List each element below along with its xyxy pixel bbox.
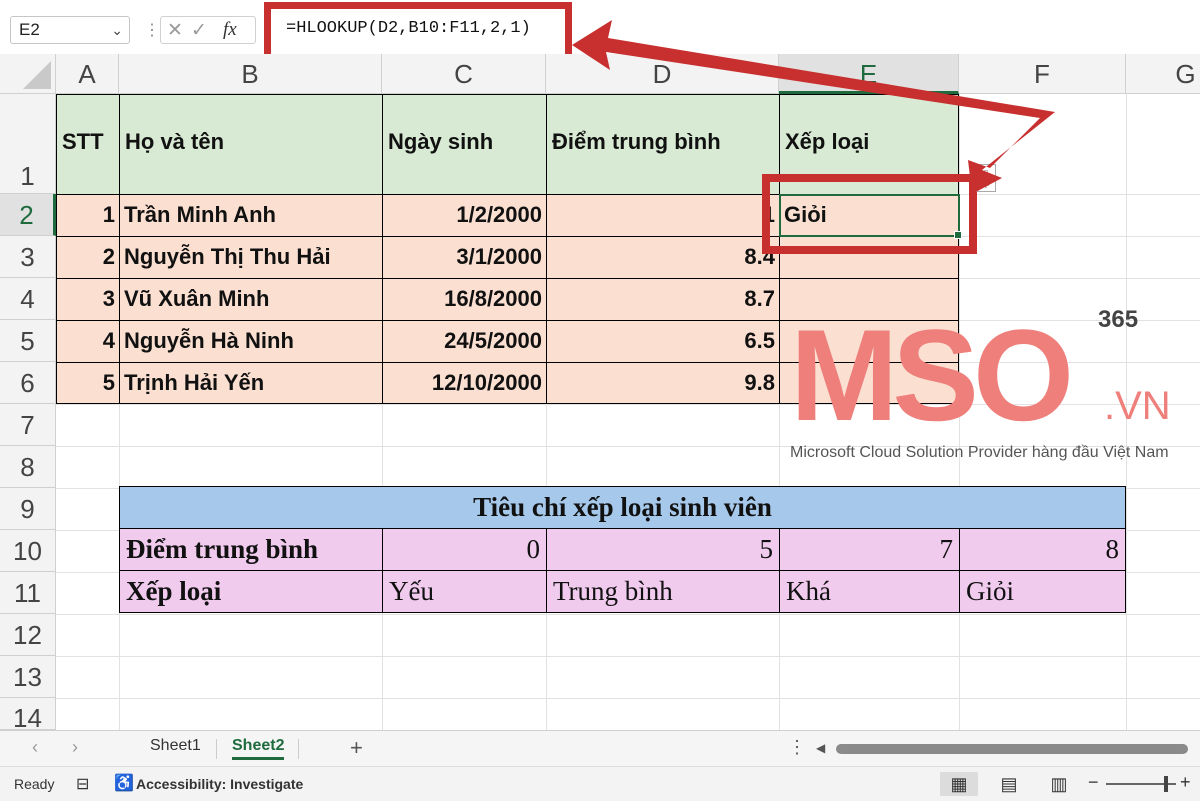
page-layout-view-icon[interactable]: ▤ bbox=[990, 772, 1028, 796]
row-header-3[interactable]: 3 bbox=[0, 236, 56, 278]
cell-d3[interactable]: 8.4 bbox=[546, 236, 780, 279]
cell-a5[interactable]: 4 bbox=[56, 320, 120, 363]
row-header-5[interactable]: 5 bbox=[0, 320, 56, 362]
cancel-icon[interactable]: ✕ bbox=[167, 19, 183, 42]
row-header-1[interactable]: 1 bbox=[0, 94, 56, 194]
column-header-a[interactable]: A bbox=[56, 54, 119, 94]
cell-d2[interactable]: 1 bbox=[546, 194, 780, 237]
tab-sheet1[interactable]: Sheet1 bbox=[150, 737, 201, 755]
header-cell-stt[interactable]: STT bbox=[56, 94, 120, 195]
cell-b3[interactable]: Nguyễn Thị Thu Hải bbox=[119, 236, 383, 279]
row-header-9[interactable]: 9 bbox=[0, 488, 56, 530]
row-header-8[interactable]: 8 bbox=[0, 446, 56, 488]
cell-mode-icon[interactable]: ⊟ bbox=[76, 774, 89, 794]
name-box[interactable]: E2 ⌄ bbox=[10, 16, 130, 44]
gridline bbox=[56, 698, 1200, 699]
watermark-365: 365 bbox=[1098, 306, 1139, 333]
watermark-tagline: Microsoft Cloud Solution Provider hàng đ… bbox=[790, 444, 1169, 461]
gridline bbox=[56, 614, 1200, 615]
criteria-score-label[interactable]: Điểm trung bình bbox=[119, 528, 383, 571]
cell-d6[interactable]: 9.8 bbox=[546, 362, 780, 404]
row-header-4[interactable]: 4 bbox=[0, 278, 56, 320]
status-ready: Ready bbox=[14, 776, 55, 792]
column-header-g[interactable]: G bbox=[1126, 54, 1200, 94]
criteria-score-7[interactable]: 7 bbox=[779, 528, 960, 571]
row-header-2[interactable]: 2 bbox=[0, 194, 56, 236]
cell-b4[interactable]: Vũ Xuân Minh bbox=[119, 278, 383, 321]
add-sheet-button[interactable]: + bbox=[350, 735, 363, 761]
horizontal-scrollbar[interactable] bbox=[836, 744, 1188, 754]
page-break-view-icon[interactable]: ▥ bbox=[1040, 772, 1078, 796]
cell-b2[interactable]: Trần Minh Anh bbox=[119, 194, 383, 237]
select-all-corner[interactable] bbox=[0, 54, 56, 94]
normal-view-icon[interactable]: ▦ bbox=[940, 772, 978, 796]
criteria-rank-label[interactable]: Xếp loại bbox=[119, 570, 383, 613]
chevron-down-icon[interactable]: ⌄ bbox=[111, 17, 123, 43]
enter-icon[interactable]: ✓ bbox=[191, 19, 207, 42]
zoom-out-button[interactable]: − bbox=[1088, 772, 1099, 793]
header-cell-score[interactable]: Điểm trung bình bbox=[546, 94, 780, 195]
row-header-14[interactable]: 14 bbox=[0, 698, 56, 733]
criteria-score-5[interactable]: 5 bbox=[546, 528, 780, 571]
row-header-10[interactable]: 10 bbox=[0, 530, 56, 572]
criteria-rank-gioi[interactable]: Giỏi bbox=[959, 570, 1126, 613]
cell-c3[interactable]: 3/1/2000 bbox=[382, 236, 547, 279]
zoom-slider-thumb[interactable] bbox=[1164, 776, 1168, 792]
column-header-d[interactable]: D bbox=[546, 54, 779, 94]
next-sheet-icon[interactable]: › bbox=[72, 737, 78, 758]
cell-d5[interactable]: 6.5 bbox=[546, 320, 780, 363]
formula-controls: ✕ ✓ fx bbox=[160, 16, 256, 44]
row-header-12[interactable]: 12 bbox=[0, 614, 56, 656]
cell-b5[interactable]: Nguyễn Hà Ninh bbox=[119, 320, 383, 363]
header-cell-dob[interactable]: Ngày sinh bbox=[382, 94, 547, 195]
cell-d4[interactable]: 8.7 bbox=[546, 278, 780, 321]
status-bar: Ready ⊟ ♿ Accessibility: Investigate ▦ ▤… bbox=[0, 766, 1200, 801]
cell-a3[interactable]: 2 bbox=[56, 236, 120, 279]
row-header-11[interactable]: 11 bbox=[0, 572, 56, 614]
more-options-icon[interactable]: ⋮ bbox=[144, 20, 160, 40]
column-header-b[interactable]: B bbox=[119, 54, 382, 94]
row-header-7[interactable]: 7 bbox=[0, 404, 56, 446]
tab-sheet2[interactable]: Sheet2 bbox=[232, 737, 285, 760]
formula-bar: E2 ⌄ ⋮ ✕ ✓ fx =HLOOKUP(D2,B10:F11,2,1) bbox=[0, 0, 1200, 61]
accessibility-icon[interactable]: ♿ bbox=[114, 773, 134, 793]
quick-analysis-icon[interactable]: ▫ + bbox=[976, 164, 996, 192]
criteria-title[interactable]: Tiêu chí xếp loại sinh viên bbox=[119, 486, 1126, 529]
criteria-rank-trung-binh[interactable]: Trung bình bbox=[546, 570, 780, 613]
function-icon[interactable]: fx bbox=[223, 19, 237, 41]
accessibility-status[interactable]: Accessibility: Investigate bbox=[136, 776, 303, 792]
criteria-score-0[interactable]: 0 bbox=[382, 528, 547, 571]
watermark-vn: .VN bbox=[1104, 384, 1171, 428]
more-tabs-icon[interactable]: ⋮ bbox=[788, 737, 806, 758]
criteria-score-8[interactable]: 8 bbox=[959, 528, 1126, 571]
sheet-tab-bar: ‹ › Sheet1 Sheet2 + ⋮ ◀ bbox=[0, 730, 1200, 767]
cell-a2[interactable]: 1 bbox=[56, 194, 120, 237]
cell-c2[interactable]: 1/2/2000 bbox=[382, 194, 547, 237]
row-header-13[interactable]: 13 bbox=[0, 656, 56, 698]
name-box-value: E2 bbox=[19, 20, 40, 39]
cell-b6[interactable]: Trịnh Hải Yến bbox=[119, 362, 383, 404]
zoom-in-button[interactable]: + bbox=[1180, 772, 1191, 793]
cell-highlight-box bbox=[762, 174, 977, 254]
cell-c6[interactable]: 12/10/2000 bbox=[382, 362, 547, 404]
watermark-logo: MSO bbox=[790, 302, 1074, 448]
cell-a6[interactable]: 5 bbox=[56, 362, 120, 404]
criteria-rank-kha[interactable]: Khá bbox=[779, 570, 960, 613]
prev-sheet-icon[interactable]: ‹ bbox=[32, 737, 38, 758]
column-header-c[interactable]: C bbox=[382, 54, 546, 94]
gridline bbox=[56, 656, 1200, 657]
column-header-f[interactable]: F bbox=[959, 54, 1126, 94]
header-cell-name[interactable]: Họ và tên bbox=[119, 94, 383, 195]
cell-c5[interactable]: 24/5/2000 bbox=[382, 320, 547, 363]
tab-divider bbox=[298, 739, 299, 759]
cell-c4[interactable]: 16/8/2000 bbox=[382, 278, 547, 321]
cell-a4[interactable]: 3 bbox=[56, 278, 120, 321]
tab-divider bbox=[216, 739, 217, 759]
scroll-left-icon[interactable]: ◀ bbox=[816, 741, 825, 755]
criteria-rank-yeu[interactable]: Yếu bbox=[382, 570, 547, 613]
column-header-e[interactable]: E bbox=[779, 54, 959, 94]
row-header-6[interactable]: 6 bbox=[0, 362, 56, 404]
